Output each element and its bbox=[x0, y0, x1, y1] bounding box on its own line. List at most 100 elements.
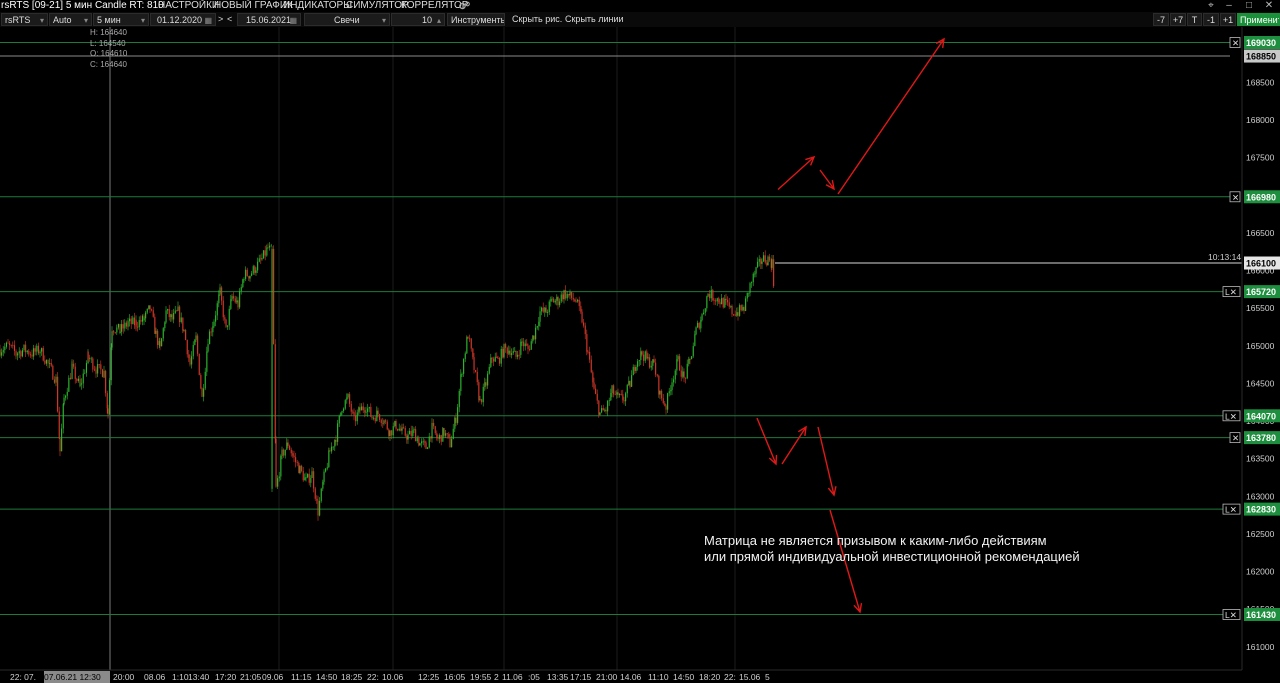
candle-body bbox=[350, 403, 352, 412]
candle-body bbox=[4, 346, 6, 351]
candle-body bbox=[652, 359, 654, 366]
candle-body bbox=[742, 307, 744, 311]
candle-body bbox=[216, 303, 218, 316]
scale-mode-select[interactable]: Auto ▾ bbox=[49, 13, 92, 26]
candle-body bbox=[146, 308, 148, 313]
candle-body bbox=[52, 365, 54, 380]
candle-body bbox=[245, 269, 247, 279]
candle-body bbox=[12, 345, 14, 346]
candle-body bbox=[224, 317, 226, 320]
candle-body bbox=[122, 324, 124, 329]
close-icon[interactable]: ✕ bbox=[1262, 0, 1276, 12]
hide-lines-button[interactable]: Скрыть линии bbox=[562, 13, 626, 26]
symbol-select[interactable]: rsRTS ▾ bbox=[1, 13, 48, 26]
y-tick-label: 162000 bbox=[1246, 567, 1275, 577]
maximize-icon[interactable]: □ bbox=[1242, 0, 1256, 12]
candle-body bbox=[367, 408, 369, 412]
shift-back-7-button[interactable]: -7 bbox=[1153, 13, 1169, 26]
count-stepper[interactable]: 10 ▴ bbox=[391, 13, 445, 26]
candle-body bbox=[374, 417, 376, 422]
chart-type-select[interactable]: Свечи ▾ bbox=[304, 13, 390, 26]
candle-body bbox=[209, 331, 211, 345]
candle-body bbox=[571, 291, 573, 298]
candle-body bbox=[332, 446, 334, 448]
candle-body bbox=[662, 398, 664, 404]
candle-body bbox=[611, 385, 613, 394]
date-to-field[interactable]: 15.06.2021 ▦ bbox=[237, 13, 301, 26]
candle-body bbox=[344, 400, 346, 409]
candle-body bbox=[563, 290, 565, 300]
today-button[interactable]: T bbox=[1187, 13, 1202, 26]
time-axis: 22: 07. 07.06.21 12:30 20:00 08.06 1:10 13:40… bbox=[0, 669, 1280, 683]
candle-body bbox=[544, 307, 546, 312]
candle-body bbox=[526, 343, 528, 346]
candle-body bbox=[568, 293, 570, 296]
candle-body bbox=[340, 412, 342, 416]
price-chart[interactable]: ✕✕L✕L✕✕L✕L✕10:13:14 16100016150016200016… bbox=[0, 27, 1280, 683]
candle-body bbox=[100, 364, 102, 370]
pin-icon[interactable]: ⌖ bbox=[1204, 0, 1218, 12]
candle-body bbox=[500, 348, 502, 364]
candle-body bbox=[530, 341, 532, 350]
candle-body bbox=[242, 279, 244, 288]
chart-background bbox=[0, 27, 1280, 683]
candle-body bbox=[506, 347, 508, 354]
candle-body bbox=[258, 258, 260, 262]
candle-body bbox=[5, 342, 7, 347]
candle-body bbox=[260, 258, 262, 260]
shift-forward-1-button[interactable]: +1 bbox=[1220, 13, 1236, 26]
candle-body bbox=[69, 377, 71, 380]
candle-body bbox=[436, 433, 438, 438]
candle-body bbox=[757, 261, 759, 268]
candle-body bbox=[503, 344, 505, 358]
candle-body bbox=[85, 363, 87, 373]
candle-body bbox=[599, 412, 601, 415]
candle-body bbox=[773, 259, 775, 287]
candle-body bbox=[460, 374, 462, 392]
menu-simulator[interactable]: СИМУЛЯТОР bbox=[346, 0, 409, 12]
candle-body bbox=[186, 340, 188, 355]
y-tick-label: 163500 bbox=[1246, 454, 1275, 464]
candle-body bbox=[320, 488, 322, 501]
timeframe-select[interactable]: 5 мин ▾ bbox=[93, 13, 149, 26]
menu-new-chart[interactable]: НОВЫЙ ГРАФИК bbox=[214, 0, 293, 12]
candle-body bbox=[547, 312, 549, 313]
hide-drawings-button[interactable]: Скрыть рис. bbox=[509, 13, 565, 26]
candle-body bbox=[283, 449, 285, 456]
date-from-field[interactable]: 01.12.2020 ▦ bbox=[150, 13, 216, 26]
candle-body bbox=[614, 394, 616, 396]
candle-body bbox=[539, 311, 541, 322]
title-bar: rsRTS [09-21] 5 мин Candle RT: 810 НАСТР… bbox=[0, 0, 1280, 12]
candle-body bbox=[33, 348, 35, 357]
prev-button[interactable]: < bbox=[226, 13, 236, 26]
candle-body bbox=[520, 341, 522, 355]
apply-button[interactable]: Применить bbox=[1237, 13, 1280, 26]
candle-body bbox=[554, 300, 556, 303]
tools-button[interactable]: Инструменты bbox=[447, 13, 505, 26]
shift-forward-7-button[interactable]: +7 bbox=[1170, 13, 1186, 26]
candle-body bbox=[133, 317, 135, 326]
candle-body bbox=[437, 437, 439, 439]
candle-body bbox=[703, 312, 705, 315]
candle-body bbox=[610, 393, 612, 401]
candle-body bbox=[212, 326, 214, 333]
level-delete-icon: ✕ bbox=[1232, 192, 1239, 202]
candle-body bbox=[596, 393, 598, 401]
candle-body bbox=[365, 411, 367, 413]
y-tick-label: 163000 bbox=[1246, 491, 1275, 501]
candle-body bbox=[157, 330, 159, 346]
menu-settings[interactable]: НАСТРОЙКИ bbox=[158, 0, 219, 12]
candle-body bbox=[347, 394, 349, 398]
x-tick-label: 10.06 bbox=[382, 672, 404, 682]
candle-body bbox=[655, 362, 657, 375]
candle-body bbox=[119, 331, 121, 333]
menu-indicators[interactable]: ИНДИКАТОРЫ bbox=[283, 0, 352, 12]
candle-body bbox=[625, 393, 627, 402]
candle-body bbox=[358, 407, 360, 413]
minimize-icon[interactable]: – bbox=[1222, 0, 1236, 12]
candle-body bbox=[589, 352, 591, 360]
candle-body bbox=[329, 450, 331, 452]
candle-body bbox=[201, 388, 203, 397]
shift-back-1-button[interactable]: -1 bbox=[1203, 13, 1219, 26]
candle-body bbox=[389, 430, 391, 437]
